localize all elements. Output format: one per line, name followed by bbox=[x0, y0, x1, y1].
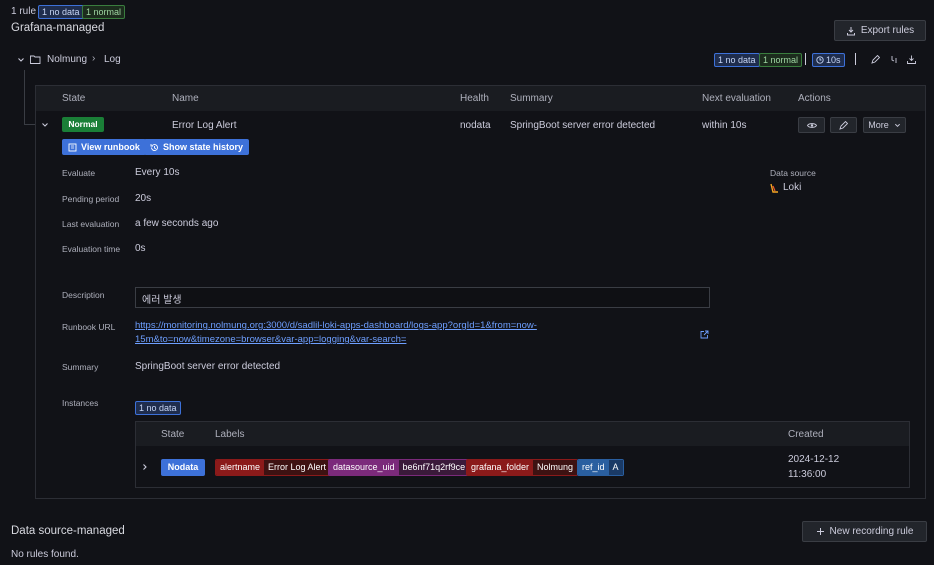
breadcrumb-separator: › bbox=[92, 53, 96, 64]
rule-next-evaluation: within 10s bbox=[702, 120, 747, 131]
folder-open-icon bbox=[30, 55, 41, 64]
evaluate-value: Every 10s bbox=[135, 167, 180, 178]
new-recording-rule-label: New recording rule bbox=[829, 526, 914, 537]
data-source-label: Data source bbox=[770, 168, 816, 178]
label-key: datasource_uid bbox=[329, 460, 399, 475]
show-state-history-label: Show state history bbox=[163, 142, 244, 152]
label-value: be6nf71q2rf9ce bbox=[398, 460, 470, 475]
label-alertname: alertname Error Log Alert bbox=[215, 459, 332, 476]
export-rules-button[interactable]: Export rules bbox=[834, 20, 926, 41]
chevron-down-icon bbox=[894, 122, 901, 129]
instances-col-state: State bbox=[161, 429, 185, 440]
view-rule-button[interactable] bbox=[798, 117, 825, 133]
evaluation-time-label: Evaluation time bbox=[62, 244, 121, 254]
instances-label: Instances bbox=[62, 398, 99, 408]
pending-period-value: 20s bbox=[135, 193, 152, 204]
label-key: grafana_folder bbox=[467, 460, 534, 475]
chevron-right-icon[interactable] bbox=[141, 463, 149, 471]
view-runbook-label: View runbook bbox=[81, 142, 140, 152]
chevron-down-icon[interactable] bbox=[17, 56, 25, 64]
description-field: 에러 발생 bbox=[135, 287, 710, 308]
runbook-url-line1: https://monitoring.nolmung.org:3000/d/sa… bbox=[135, 320, 537, 331]
label-ref-id: ref_id A bbox=[577, 459, 624, 476]
new-recording-rule-button[interactable]: New recording rule bbox=[802, 521, 927, 542]
summary-value: SpringBoot server error detected bbox=[135, 361, 281, 372]
external-link-icon[interactable] bbox=[700, 330, 709, 339]
instances-col-labels: Labels bbox=[215, 429, 245, 440]
label-value: Nolmung bbox=[533, 460, 578, 475]
instance-state-badge: Nodata bbox=[161, 459, 205, 476]
show-state-history-button[interactable]: Show state history bbox=[144, 139, 250, 155]
pending-period-label: Pending period bbox=[62, 194, 120, 204]
chevron-down-icon[interactable] bbox=[41, 121, 49, 129]
tree-line bbox=[24, 124, 35, 125]
label-grafana-folder: grafana_folder Nolmung bbox=[466, 459, 579, 476]
view-runbook-button[interactable]: View runbook bbox=[62, 139, 146, 155]
runbook-url-line2: 15m&to=now&timezone=browser&var-app=logg… bbox=[135, 334, 407, 345]
folder-nodata-badge: 1 no data bbox=[714, 53, 760, 67]
runbook-url-label: Runbook URL bbox=[62, 322, 116, 332]
export-rules-label: Export rules bbox=[860, 25, 915, 36]
col-summary: Summary bbox=[510, 93, 553, 104]
rule-health: nodata bbox=[460, 120, 491, 131]
divider bbox=[855, 53, 856, 65]
runbook-url-link[interactable]: https://monitoring.nolmung.org:3000/d/sa… bbox=[135, 319, 695, 347]
rule-count: 1 rule bbox=[11, 6, 37, 17]
evaluation-time-value: 0s bbox=[135, 243, 146, 254]
label-value: A bbox=[608, 460, 623, 475]
plus-icon bbox=[816, 527, 825, 536]
edit-icon[interactable] bbox=[871, 55, 880, 64]
edit-rule-button[interactable] bbox=[830, 117, 857, 133]
rule-name: Error Log Alert bbox=[172, 120, 237, 131]
history-icon bbox=[150, 143, 159, 152]
more-label: More bbox=[868, 120, 889, 130]
instances-col-created: Created bbox=[788, 429, 824, 440]
last-evaluation-value: a few seconds ago bbox=[135, 218, 219, 229]
description-label: Description bbox=[62, 290, 105, 300]
interval-value: 10s bbox=[826, 55, 841, 65]
folder-normal-badge: 1 normal bbox=[759, 53, 803, 67]
more-button[interactable]: More bbox=[863, 117, 906, 133]
label-key: ref_id bbox=[578, 460, 609, 475]
download-icon[interactable] bbox=[907, 55, 916, 64]
instance-created-time: 11:36:00 bbox=[788, 469, 827, 480]
label-key: alertname bbox=[216, 460, 265, 475]
group-name[interactable]: Log bbox=[104, 54, 121, 65]
history-icon[interactable] bbox=[890, 55, 899, 64]
evaluate-label: Evaluate bbox=[62, 168, 96, 178]
normal-badge: 1 normal bbox=[82, 5, 126, 19]
loki-icon bbox=[770, 183, 779, 193]
folder-name[interactable]: Nolmung bbox=[47, 54, 87, 65]
summary-label: Summary bbox=[62, 362, 99, 372]
download-icon bbox=[846, 26, 856, 36]
col-actions: Actions bbox=[798, 93, 831, 104]
interval-badge: 10s bbox=[812, 53, 845, 67]
instance-created-date: 2024-12-12 bbox=[788, 454, 840, 465]
data-source-value: Loki bbox=[783, 182, 802, 193]
section-title-grafana: Grafana-managed bbox=[11, 22, 105, 34]
state-normal-badge: Normal bbox=[62, 117, 104, 132]
col-next-evaluation: Next evaluation bbox=[702, 93, 771, 104]
col-name: Name bbox=[172, 93, 199, 104]
last-evaluation-label: Last evaluation bbox=[62, 219, 120, 229]
nodata-badge: 1 no data bbox=[38, 5, 84, 19]
label-value: Error Log Alert bbox=[264, 460, 331, 475]
col-state: State bbox=[62, 93, 86, 104]
clock-icon bbox=[816, 56, 824, 64]
rule-summary: SpringBoot server error detected bbox=[510, 120, 656, 131]
tree-line bbox=[24, 70, 25, 124]
section-title-datasource: Data source-managed bbox=[11, 525, 125, 537]
instances-nodata-badge: 1 no data bbox=[135, 401, 181, 415]
no-rules-text: No rules found. bbox=[11, 549, 79, 560]
col-health: Health bbox=[460, 93, 489, 104]
divider bbox=[805, 53, 806, 65]
label-datasource-uid: datasource_uid be6nf71q2rf9ce bbox=[328, 459, 471, 476]
pencil-icon bbox=[839, 120, 848, 130]
eye-icon bbox=[806, 122, 817, 129]
book-icon bbox=[68, 143, 77, 152]
